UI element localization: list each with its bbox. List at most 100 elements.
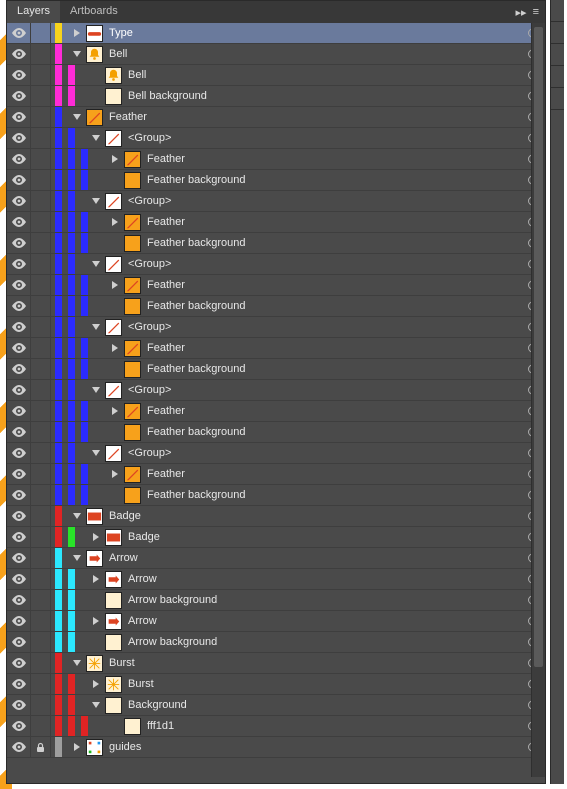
layer-label[interactable]: Badge (109, 510, 141, 522)
layer-thumbnail[interactable] (124, 298, 141, 315)
lock-toggle[interactable] (31, 716, 51, 736)
visibility-toggle[interactable] (7, 632, 31, 652)
lock-toggle[interactable] (31, 149, 51, 169)
lock-toggle[interactable] (31, 65, 51, 85)
tab-artboards[interactable]: Artboards (60, 1, 128, 23)
layer-label[interactable]: Arrow (128, 573, 157, 585)
visibility-toggle[interactable] (7, 317, 31, 337)
layer-row[interactable]: Feather (7, 338, 545, 359)
lock-toggle[interactable] (31, 527, 51, 547)
lock-toggle[interactable] (31, 275, 51, 295)
layer-label[interactable]: Feather background (147, 489, 245, 501)
lock-toggle[interactable] (31, 632, 51, 652)
visibility-toggle[interactable] (7, 401, 31, 421)
layer-row[interactable]: Feather (7, 212, 545, 233)
lock-toggle[interactable] (31, 674, 51, 694)
lock-toggle[interactable] (31, 422, 51, 442)
tab-layers[interactable]: Layers (7, 1, 60, 23)
visibility-toggle[interactable] (7, 653, 31, 673)
visibility-toggle[interactable] (7, 212, 31, 232)
visibility-toggle[interactable] (7, 23, 31, 43)
expand-toggle[interactable] (90, 258, 102, 270)
layer-label[interactable]: Feather background (147, 237, 245, 249)
layer-row[interactable]: guides (7, 737, 545, 758)
layer-thumbnail[interactable] (105, 67, 122, 84)
layer-row[interactable]: fff1d1 (7, 716, 545, 737)
layer-thumbnail[interactable] (105, 382, 122, 399)
lock-toggle[interactable] (31, 86, 51, 106)
layer-label[interactable]: <Group> (128, 258, 171, 270)
layer-label[interactable]: Arrow (109, 552, 138, 564)
layer-thumbnail[interactable] (124, 235, 141, 252)
layer-row[interactable]: Type (7, 23, 545, 44)
layer-label[interactable]: Feather (147, 342, 185, 354)
lock-toggle[interactable] (31, 380, 51, 400)
layer-row[interactable]: Feather background (7, 233, 545, 254)
panel-menu-icon[interactable]: ≡ (533, 6, 539, 18)
scrollbar-thumb[interactable] (534, 27, 543, 667)
layer-row[interactable]: Feather (7, 107, 545, 128)
lock-toggle[interactable] (31, 611, 51, 631)
layer-row[interactable]: <Group> (7, 254, 545, 275)
layer-row[interactable]: Feather background (7, 359, 545, 380)
visibility-toggle[interactable] (7, 590, 31, 610)
layer-row[interactable]: Arrow (7, 611, 545, 632)
layer-label[interactable]: Feather (147, 405, 185, 417)
lock-toggle[interactable] (31, 506, 51, 526)
layer-label[interactable]: Feather (147, 468, 185, 480)
layer-thumbnail[interactable] (86, 46, 103, 63)
layer-row[interactable]: Feather background (7, 170, 545, 191)
layer-label[interactable]: Feather background (147, 363, 245, 375)
layer-thumbnail[interactable] (105, 193, 122, 210)
layer-thumbnail[interactable] (105, 571, 122, 588)
layer-thumbnail[interactable] (105, 88, 122, 105)
layer-thumbnail[interactable] (105, 529, 122, 546)
lock-toggle[interactable] (31, 359, 51, 379)
expand-toggle[interactable] (90, 321, 102, 333)
expand-toggle[interactable] (90, 573, 102, 585)
expand-toggle[interactable] (71, 510, 83, 522)
lock-toggle[interactable] (31, 317, 51, 337)
layer-thumbnail[interactable] (86, 550, 103, 567)
layer-thumbnail[interactable] (86, 655, 103, 672)
lock-toggle[interactable] (31, 464, 51, 484)
layer-label[interactable]: Burst (128, 678, 154, 690)
visibility-toggle[interactable] (7, 443, 31, 463)
lock-toggle[interactable] (31, 590, 51, 610)
visibility-toggle[interactable] (7, 506, 31, 526)
expand-toggle[interactable] (71, 741, 83, 753)
expand-toggle[interactable] (90, 384, 102, 396)
visibility-toggle[interactable] (7, 527, 31, 547)
layer-label[interactable]: Feather (109, 111, 147, 123)
layer-label[interactable]: Burst (109, 657, 135, 669)
layer-row[interactable]: Burst (7, 674, 545, 695)
visibility-toggle[interactable] (7, 569, 31, 589)
layer-row[interactable]: Feather (7, 149, 545, 170)
layer-thumbnail[interactable] (86, 739, 103, 756)
layer-label[interactable]: Arrow background (128, 636, 217, 648)
lock-toggle[interactable] (31, 737, 51, 757)
expand-toggle[interactable] (109, 468, 121, 480)
layer-label[interactable]: <Group> (128, 132, 171, 144)
layer-label[interactable]: Badge (128, 531, 160, 543)
expand-toggle[interactable] (71, 552, 83, 564)
layer-row[interactable]: Bell (7, 65, 545, 86)
lock-toggle[interactable] (31, 212, 51, 232)
expand-toggle[interactable] (71, 27, 83, 39)
layer-row[interactable]: Feather background (7, 296, 545, 317)
layer-label[interactable]: Feather background (147, 426, 245, 438)
lock-toggle[interactable] (31, 401, 51, 421)
layer-thumbnail[interactable] (105, 130, 122, 147)
visibility-toggle[interactable] (7, 149, 31, 169)
visibility-toggle[interactable] (7, 86, 31, 106)
layer-row[interactable]: Arrow background (7, 632, 545, 653)
layer-thumbnail[interactable] (124, 487, 141, 504)
lock-toggle[interactable] (31, 170, 51, 190)
layer-row[interactable]: Badge (7, 506, 545, 527)
lock-toggle[interactable] (31, 107, 51, 127)
layer-thumbnail[interactable] (105, 592, 122, 609)
visibility-toggle[interactable] (7, 359, 31, 379)
lock-toggle[interactable] (31, 296, 51, 316)
layer-label[interactable]: <Group> (128, 384, 171, 396)
layer-thumbnail[interactable] (124, 424, 141, 441)
